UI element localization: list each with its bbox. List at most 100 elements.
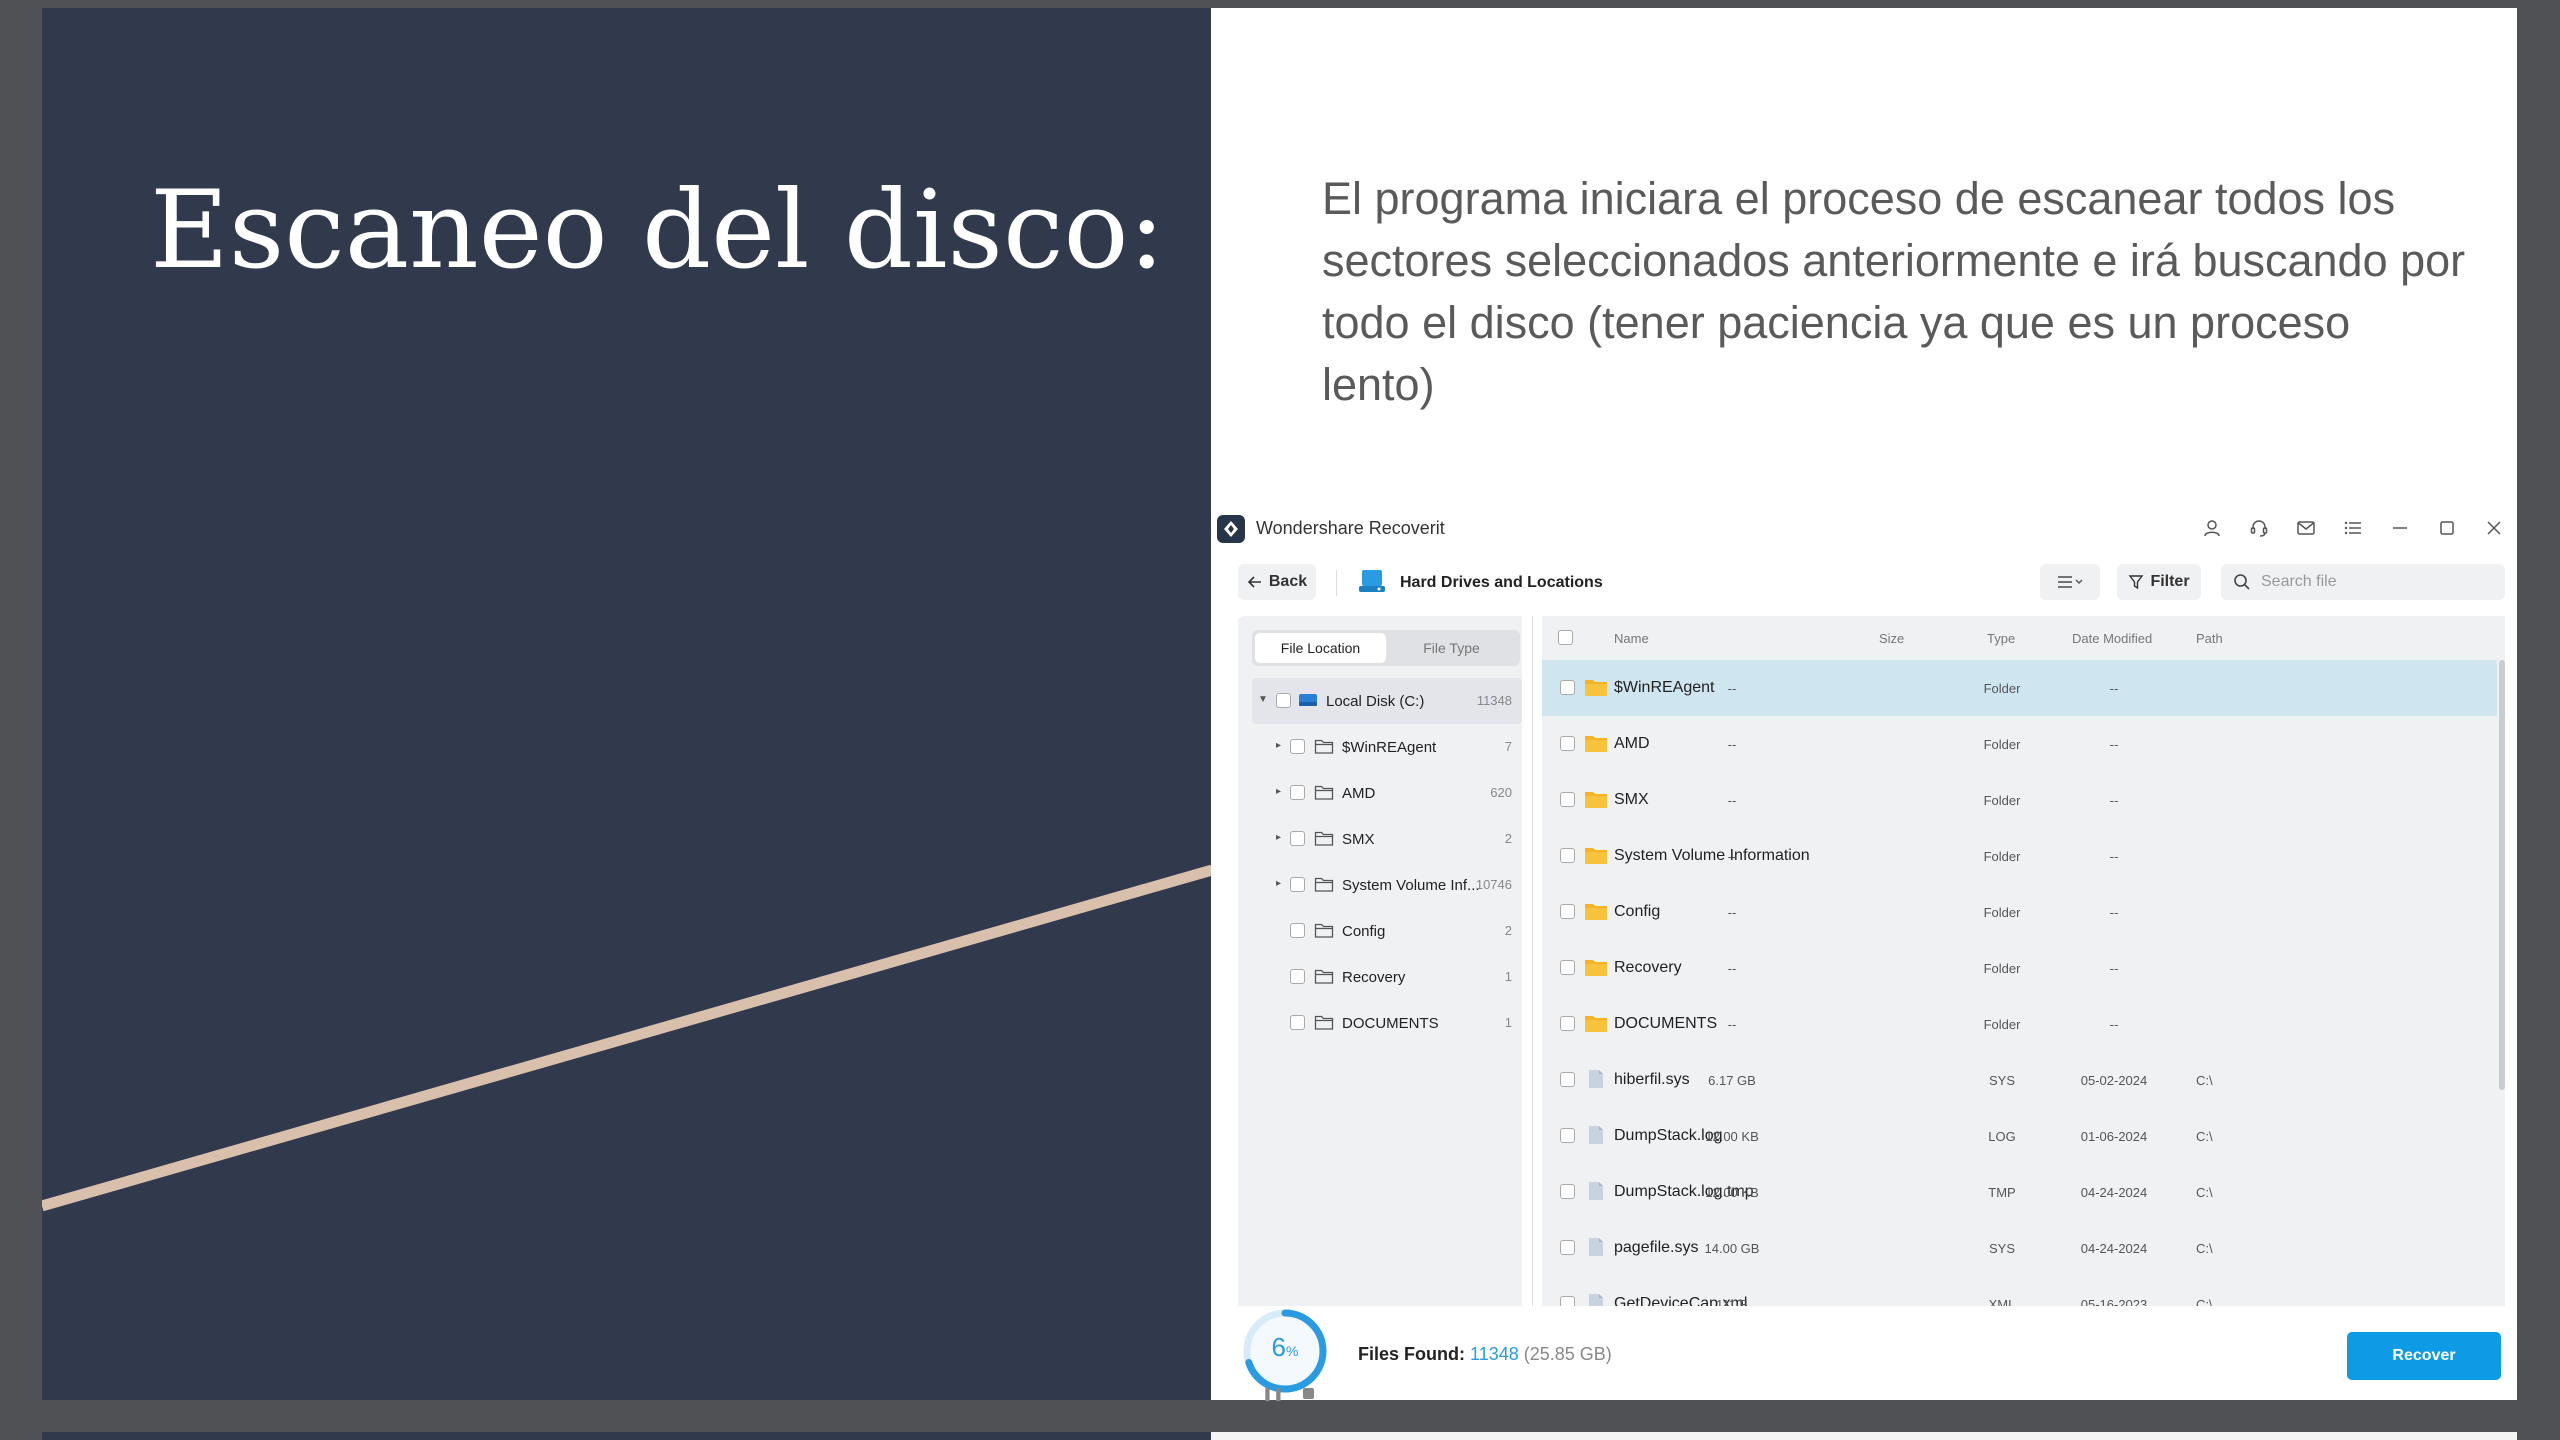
folder-outline-icon (1314, 969, 1334, 984)
pane-divider[interactable] (1532, 616, 1533, 1306)
tree-checkbox[interactable] (1290, 923, 1305, 938)
tree-root-item[interactable]: ▼ Local Disk (C:) 11348 (1252, 678, 1522, 724)
row-checkbox[interactable] (1560, 848, 1575, 863)
table-row[interactable]: DumpStack.log 12.00 KB LOG 01-06-2024 C:\ (1542, 1108, 2505, 1164)
row-checkbox[interactable] (1560, 904, 1575, 919)
search-box[interactable] (2221, 564, 2505, 600)
table-row[interactable]: Recovery -- Folder -- (1542, 940, 2505, 996)
toolbar: Back Hard Drives and Locations Filter (1212, 556, 2517, 612)
tree-item-label: Config (1342, 923, 1386, 940)
tree-checkbox[interactable] (1290, 831, 1305, 846)
folder-icon (1585, 960, 1607, 976)
tree-checkbox[interactable] (1290, 785, 1305, 800)
table-row[interactable]: DOCUMENTS -- Folder -- (1542, 996, 2505, 1052)
folder-icon (1585, 680, 1607, 696)
file-date: 05-16-2023 (2080, 1297, 2148, 1306)
app-name: Wondershare Recoverit (1256, 518, 1445, 538)
tree-checkbox[interactable] (1290, 1015, 1305, 1030)
table-row[interactable]: $WinREAgent -- Folder -- (1542, 660, 2497, 716)
tree-item-label: DOCUMENTS (1342, 1015, 1439, 1032)
column-name[interactable]: Name (1614, 631, 1649, 646)
minimize-icon[interactable] (2376, 512, 2423, 544)
next-slide-strip-right (1211, 1432, 2517, 1440)
search-input[interactable] (2259, 572, 2503, 592)
tree-checkbox[interactable] (1290, 969, 1305, 984)
file-type: SYS (1988, 1241, 2015, 1256)
file-icon (1589, 1126, 1603, 1144)
table-row[interactable]: System Volume Information -- Folder -- (1542, 828, 2505, 884)
tree-item[interactable]: DOCUMENTS 1 (1238, 1000, 1522, 1046)
tree-item[interactable]: ▸ $WinREAgent 7 (1238, 724, 1522, 770)
tree-item-count: 1 (1504, 969, 1512, 984)
tree-item-count: 7 (1504, 739, 1512, 754)
tab-file-location[interactable]: File Location (1255, 633, 1386, 663)
folder-icon (1585, 848, 1607, 864)
table-row[interactable]: hiberfil.sys 6.17 GB SYS 05-02-2024 C:\ (1542, 1052, 2505, 1108)
tab-file-type[interactable]: File Type (1386, 633, 1517, 663)
chevron-down-icon[interactable]: ▼ (1258, 694, 1268, 705)
file-path: C:\ (2196, 1297, 2213, 1306)
file-icon (1589, 1238, 1603, 1256)
row-checkbox[interactable] (1560, 1184, 1575, 1199)
column-date-modified[interactable]: Date Modified (2072, 631, 2152, 646)
tree-item[interactable]: ▸ System Volume Inf... 10746 (1238, 862, 1522, 908)
table-row[interactable]: SMX -- Folder -- (1542, 772, 2505, 828)
row-checkbox[interactable] (1560, 736, 1575, 751)
stop-icon[interactable] (1303, 1388, 1314, 1399)
tree-checkbox[interactable] (1290, 877, 1305, 892)
folder-outline-icon (1314, 785, 1334, 800)
tree-item[interactable]: Recovery 1 (1238, 954, 1522, 1000)
row-checkbox[interactable] (1560, 1128, 1575, 1143)
filter-button[interactable]: Filter (2117, 564, 2201, 600)
select-all-checkbox[interactable] (1558, 630, 1573, 645)
files-found-count: 11348 (1470, 1344, 1519, 1364)
tree-checkbox[interactable] (1276, 693, 1291, 708)
tree-item[interactable]: ▸ AMD 620 (1238, 770, 1522, 816)
file-size: -- (1727, 905, 1737, 920)
tree-item[interactable]: ▸ SMX 2 (1238, 816, 1522, 862)
tree-checkbox[interactable] (1290, 739, 1305, 754)
row-checkbox[interactable] (1560, 960, 1575, 975)
file-size: -- (1727, 1017, 1737, 1032)
tree-item[interactable]: Config 2 (1238, 908, 1522, 954)
close-icon[interactable] (2470, 512, 2517, 544)
pause-icon[interactable]: ❚❚ (1262, 1386, 1284, 1402)
scrollbar[interactable] (2499, 660, 2505, 1090)
column-type[interactable]: Type (1987, 631, 2015, 646)
table-row[interactable]: Config -- Folder -- (1542, 884, 2505, 940)
chevron-right-icon[interactable]: ▸ (1276, 832, 1281, 843)
maximize-icon[interactable] (2423, 512, 2470, 544)
row-checkbox[interactable] (1560, 1072, 1575, 1087)
titlebar-icons (2188, 512, 2517, 544)
row-checkbox[interactable] (1560, 1240, 1575, 1255)
mail-icon[interactable] (2282, 512, 2329, 544)
back-button[interactable]: Back (1238, 564, 1316, 600)
row-checkbox[interactable] (1560, 1296, 1575, 1306)
account-icon[interactable] (2188, 512, 2235, 544)
file-date: 01-06-2024 (2080, 1129, 2148, 1144)
chevron-right-icon[interactable]: ▸ (1276, 786, 1281, 797)
column-size[interactable]: Size (1879, 631, 1904, 646)
file-date: -- (2109, 681, 2119, 696)
table-row[interactable]: DumpStack.log.tmp 12.00 KB TMP 04-24-2024 C:… (1542, 1164, 2505, 1220)
view-mode-button[interactable] (2040, 564, 2100, 600)
table-row[interactable]: AMD -- Folder -- (1542, 716, 2505, 772)
tree-tabs: File Location File Type (1252, 630, 1520, 666)
file-type: Folder (1983, 849, 2021, 864)
chevron-right-icon[interactable]: ▸ (1276, 740, 1281, 751)
file-path: C:\ (2196, 1073, 2213, 1088)
filter-label: Filter (2150, 573, 2190, 590)
row-checkbox[interactable] (1560, 680, 1575, 695)
recover-button[interactable]: Recover (2347, 1332, 2501, 1380)
files-found-label: Files Found: (1358, 1344, 1465, 1364)
table-row[interactable]: GetDeviceCap.xml 111 B XML 05-16-2023 C:\ (1542, 1276, 2505, 1306)
support-icon[interactable] (2235, 512, 2282, 544)
row-checkbox[interactable] (1560, 1016, 1575, 1031)
column-path[interactable]: Path (2196, 631, 2223, 646)
tree-item-label: Local Disk (C:) (1326, 693, 1425, 710)
file-size: 14.00 GB (1704, 1241, 1760, 1256)
row-checkbox[interactable] (1560, 792, 1575, 807)
table-row[interactable]: pagefile.sys 14.00 GB SYS 04-24-2024 C:\ (1542, 1220, 2505, 1276)
chevron-right-icon[interactable]: ▸ (1276, 878, 1281, 889)
menu-icon[interactable] (2329, 512, 2376, 544)
